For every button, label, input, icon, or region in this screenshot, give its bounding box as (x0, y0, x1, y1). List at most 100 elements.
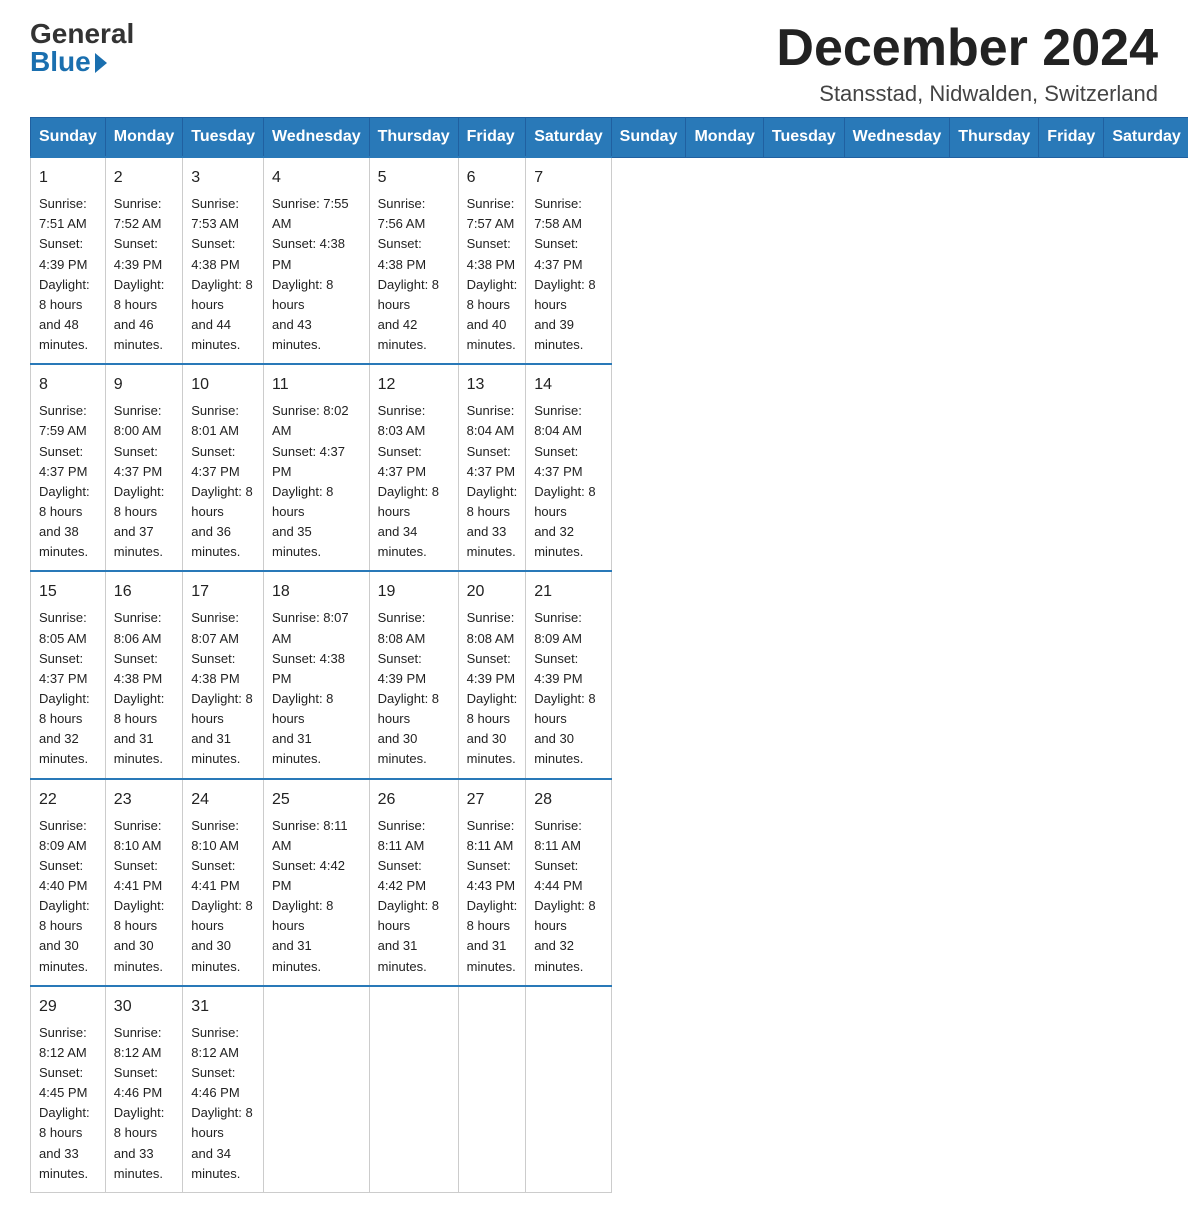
day-number: 6 (467, 166, 518, 190)
calendar-week-4: 22 Sunrise: 8:09 AM Sunset: 4:40 PM Dayli… (31, 779, 1188, 986)
column-header-thursday: Thursday (950, 118, 1039, 158)
day-info: Sunrise: 7:52 AM Sunset: 4:39 PM Dayligh… (114, 194, 174, 355)
logo-arrow-icon (95, 53, 107, 73)
day-info: Sunrise: 8:11 AM Sunset: 4:42 PM Dayligh… (378, 816, 450, 977)
day-number: 22 (39, 788, 97, 812)
column-header-saturday: Saturday (526, 118, 611, 158)
day-number: 26 (378, 788, 450, 812)
calendar-cell: 18 Sunrise: 8:07 AM Sunset: 4:38 PM Dayli… (263, 571, 369, 778)
column-header-wednesday: Wednesday (844, 118, 950, 158)
column-header-friday: Friday (1039, 118, 1104, 158)
calendar-week-1: 1 Sunrise: 7:51 AM Sunset: 4:39 PM Daylig… (31, 157, 1188, 364)
calendar-cell: 1 Sunrise: 7:51 AM Sunset: 4:39 PM Daylig… (31, 157, 106, 364)
day-info: Sunrise: 8:02 AM Sunset: 4:37 PM Dayligh… (272, 401, 361, 562)
day-info: Sunrise: 8:04 AM Sunset: 4:37 PM Dayligh… (467, 401, 518, 562)
calendar-cell: 12Sunrise: 8:03 AM Sunset: 4:37 PM Dayli… (369, 364, 458, 571)
day-number: 30 (114, 995, 174, 1019)
logo: General Blue (30, 20, 134, 76)
day-number: 10 (191, 373, 255, 397)
calendar-cell: 17Sunrise: 8:07 AM Sunset: 4:38 PM Dayli… (183, 571, 264, 778)
day-number: 31 (191, 995, 255, 1019)
location-subtitle: Stansstad, Nidwalden, Switzerland (776, 81, 1158, 107)
calendar-cell: 29Sunrise: 8:12 AM Sunset: 4:45 PM Dayli… (31, 986, 106, 1193)
calendar-cell: 21Sunrise: 8:09 AM Sunset: 4:39 PM Dayli… (526, 571, 611, 778)
day-info: Sunrise: 8:12 AM Sunset: 4:46 PM Dayligh… (191, 1023, 255, 1184)
day-number: 20 (467, 580, 518, 604)
day-info: Sunrise: 8:08 AM Sunset: 4:39 PM Dayligh… (467, 608, 518, 769)
day-number: 11 (272, 373, 361, 397)
day-info: Sunrise: 8:00 AM Sunset: 4:37 PM Dayligh… (114, 401, 174, 562)
calendar-cell: 27Sunrise: 8:11 AM Sunset: 4:43 PM Dayli… (458, 779, 526, 986)
day-number: 1 (39, 166, 97, 190)
day-info: Sunrise: 8:07 AM Sunset: 4:38 PM Dayligh… (191, 608, 255, 769)
calendar-cell: 13Sunrise: 8:04 AM Sunset: 4:37 PM Dayli… (458, 364, 526, 571)
day-number: 8 (39, 373, 97, 397)
day-number: 28 (534, 788, 602, 812)
column-header-tuesday: Tuesday (183, 118, 264, 158)
calendar-cell: 8 Sunrise: 7:59 AM Sunset: 4:37 PM Daylig… (31, 364, 106, 571)
calendar-week-2: 8 Sunrise: 7:59 AM Sunset: 4:37 PM Daylig… (31, 364, 1188, 571)
day-number: 16 (114, 580, 174, 604)
day-info: Sunrise: 7:53 AM Sunset: 4:38 PM Dayligh… (191, 194, 255, 355)
day-number: 25 (272, 788, 361, 812)
calendar-week-5: 29Sunrise: 8:12 AM Sunset: 4:45 PM Dayli… (31, 986, 1188, 1193)
column-header-monday: Monday (686, 118, 763, 158)
calendar-cell: 4Sunrise: 7:55 AM Sunset: 4:38 PM Daylig… (263, 157, 369, 364)
day-number: 9 (114, 373, 174, 397)
day-number: 5 (378, 166, 450, 190)
calendar-table: SundayMondayTuesdayWednesdayThursdayFrid… (30, 117, 1188, 1193)
day-info: Sunrise: 8:06 AM Sunset: 4:38 PM Dayligh… (114, 608, 174, 769)
day-info: Sunrise: 8:01 AM Sunset: 4:37 PM Dayligh… (191, 401, 255, 562)
day-info: Sunrise: 8:11 AM Sunset: 4:43 PM Dayligh… (467, 816, 518, 977)
day-info: Sunrise: 8:11 AM Sunset: 4:42 PM Dayligh… (272, 816, 361, 977)
day-info: Sunrise: 8:09 AM Sunset: 4:39 PM Dayligh… (534, 608, 602, 769)
day-number: 3 (191, 166, 255, 190)
column-header-wednesday: Wednesday (263, 118, 369, 158)
calendar-cell (526, 986, 611, 1193)
column-header-sunday: Sunday (31, 118, 106, 158)
day-number: 18 (272, 580, 361, 604)
calendar-cell: 28 Sunrise: 8:11 AM Sunset: 4:44 PM Dayli… (526, 779, 611, 986)
day-number: 12 (378, 373, 450, 397)
day-number: 19 (378, 580, 450, 604)
calendar-cell: 10 Sunrise: 8:01 AM Sunset: 4:37 PM Dayli… (183, 364, 264, 571)
day-number: 7 (534, 166, 602, 190)
page-header: General Blue December 2024 Stansstad, Ni… (30, 20, 1158, 107)
day-info: Sunrise: 7:59 AM Sunset: 4:37 PM Dayligh… (39, 401, 97, 562)
day-info: Sunrise: 8:12 AM Sunset: 4:46 PM Dayligh… (114, 1023, 174, 1184)
calendar-cell: 6 Sunrise: 7:57 AM Sunset: 4:38 PM Daylig… (458, 157, 526, 364)
day-info: Sunrise: 8:09 AM Sunset: 4:40 PM Dayligh… (39, 816, 97, 977)
day-number: 2 (114, 166, 174, 190)
day-number: 15 (39, 580, 97, 604)
calendar-cell (458, 986, 526, 1193)
day-info: Sunrise: 8:08 AM Sunset: 4:39 PM Dayligh… (378, 608, 450, 769)
calendar-week-3: 15 Sunrise: 8:05 AM Sunset: 4:37 PM Dayli… (31, 571, 1188, 778)
day-info: Sunrise: 8:07 AM Sunset: 4:38 PM Dayligh… (272, 608, 361, 769)
column-header-monday: Monday (105, 118, 182, 158)
calendar-cell: 7Sunrise: 7:58 AM Sunset: 4:37 PM Daylig… (526, 157, 611, 364)
calendar-cell: 25 Sunrise: 8:11 AM Sunset: 4:42 PM Dayli… (263, 779, 369, 986)
calendar-cell: 15 Sunrise: 8:05 AM Sunset: 4:37 PM Dayli… (31, 571, 106, 778)
column-header-saturday: Saturday (1104, 118, 1188, 158)
calendar-cell: 19 Sunrise: 8:08 AM Sunset: 4:39 PM Dayli… (369, 571, 458, 778)
column-header-tuesday: Tuesday (763, 118, 844, 158)
calendar-cell: 5 Sunrise: 7:56 AM Sunset: 4:38 PM Daylig… (369, 157, 458, 364)
day-info: Sunrise: 8:04 AM Sunset: 4:37 PM Dayligh… (534, 401, 602, 562)
day-info: Sunrise: 8:05 AM Sunset: 4:37 PM Dayligh… (39, 608, 97, 769)
day-info: Sunrise: 8:12 AM Sunset: 4:45 PM Dayligh… (39, 1023, 97, 1184)
day-number: 24 (191, 788, 255, 812)
calendar-cell: 31 Sunrise: 8:12 AM Sunset: 4:46 PM Dayli… (183, 986, 264, 1193)
day-info: Sunrise: 7:56 AM Sunset: 4:38 PM Dayligh… (378, 194, 450, 355)
column-header-thursday: Thursday (369, 118, 458, 158)
day-info: Sunrise: 7:57 AM Sunset: 4:38 PM Dayligh… (467, 194, 518, 355)
day-info: Sunrise: 7:51 AM Sunset: 4:39 PM Dayligh… (39, 194, 97, 355)
day-info: Sunrise: 8:11 AM Sunset: 4:44 PM Dayligh… (534, 816, 602, 977)
calendar-cell: 20 Sunrise: 8:08 AM Sunset: 4:39 PM Dayli… (458, 571, 526, 778)
day-number: 14 (534, 373, 602, 397)
day-info: Sunrise: 8:10 AM Sunset: 4:41 PM Dayligh… (191, 816, 255, 977)
calendar-cell: 23Sunrise: 8:10 AM Sunset: 4:41 PM Dayli… (105, 779, 182, 986)
calendar-cell: 2 Sunrise: 7:52 AM Sunset: 4:39 PM Daylig… (105, 157, 182, 364)
calendar-cell (263, 986, 369, 1193)
calendar-cell: 9 Sunrise: 8:00 AM Sunset: 4:37 PM Daylig… (105, 364, 182, 571)
calendar-cell (369, 986, 458, 1193)
